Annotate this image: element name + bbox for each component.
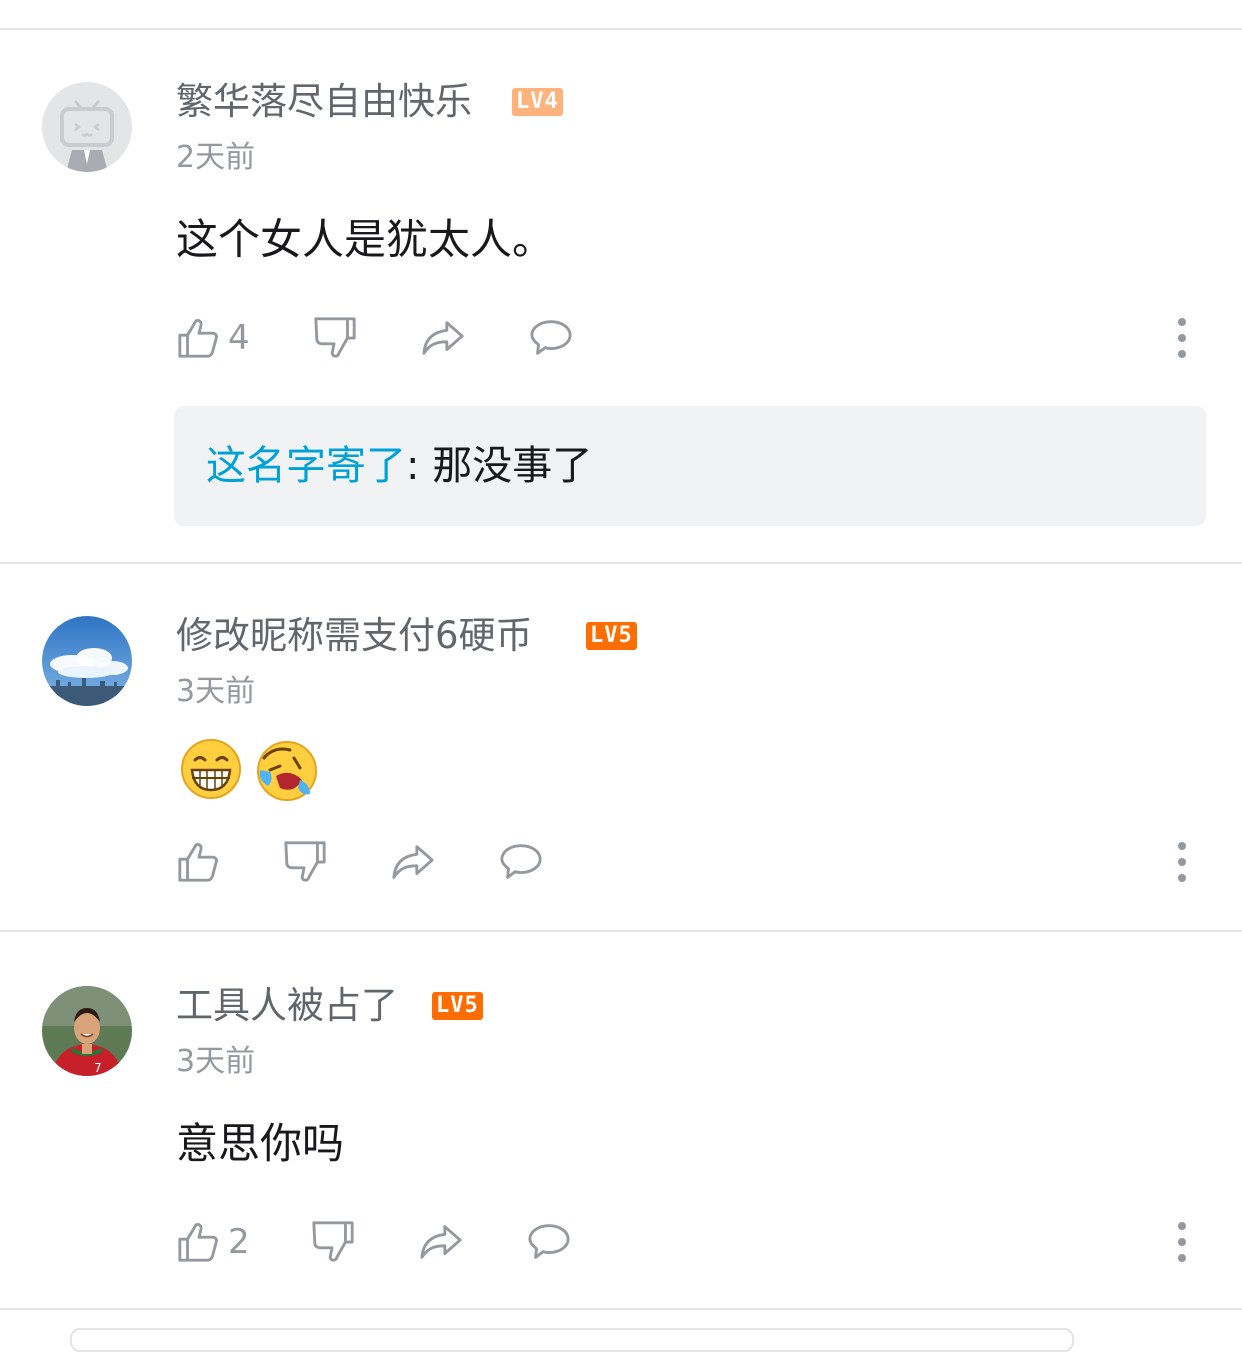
reply-button[interactable] xyxy=(526,1218,572,1266)
share-icon xyxy=(392,845,434,879)
reply-username[interactable]: 这名字寄了 xyxy=(206,443,406,489)
more-vertical-icon xyxy=(1178,318,1186,358)
username[interactable]: 修改昵称需支付6硬币 xyxy=(176,614,533,658)
timestamp: 3天前 xyxy=(176,1044,256,1079)
dislike-button[interactable] xyxy=(282,838,328,886)
comment-input-bar[interactable] xyxy=(70,1328,1074,1352)
more-vertical-icon xyxy=(1178,1222,1186,1262)
svg-text:7: 7 xyxy=(94,1061,102,1075)
thumb-up-icon xyxy=(178,319,218,358)
reply-button[interactable] xyxy=(498,838,544,886)
avatar[interactable]: 7 xyxy=(42,986,132,1076)
share-icon xyxy=(422,321,464,355)
username[interactable]: 繁华落尽自由快乐 xyxy=(176,80,472,124)
avatar[interactable] xyxy=(42,616,132,706)
thumb-up-icon xyxy=(178,1223,218,1262)
thumb-up-icon xyxy=(178,843,218,882)
level-badge: LV4 xyxy=(512,88,563,116)
like-count: 2 xyxy=(228,1222,250,1262)
reply-preview[interactable]: 这名字寄了: 那没事了 xyxy=(174,406,1206,526)
share-button[interactable] xyxy=(420,314,466,362)
reply-separator: : xyxy=(406,443,420,489)
comment-actions: 4 xyxy=(176,314,1206,362)
divider xyxy=(0,1308,1242,1310)
divider xyxy=(0,930,1242,932)
thumb-down-icon xyxy=(312,1221,354,1262)
comment-text: 意思你吗 xyxy=(176,1119,345,1168)
level-badge: LV5 xyxy=(432,992,483,1020)
comment-actions: 2 xyxy=(176,1218,1206,1266)
comment-text: 这个女人是犹太人。 xyxy=(176,215,555,264)
divider xyxy=(0,28,1242,30)
comment-bubble-icon xyxy=(500,844,542,879)
reply-line: 这名字寄了: 那没事了 xyxy=(206,440,592,492)
username[interactable]: 工具人被占了 xyxy=(176,984,398,1028)
comment-bubble-icon xyxy=(530,320,572,355)
share-button[interactable] xyxy=(418,1218,464,1266)
avatar[interactable] xyxy=(42,82,132,172)
level-badge: LV5 xyxy=(586,622,637,650)
like-count: 4 xyxy=(228,318,250,358)
share-icon xyxy=(420,1225,462,1259)
more-vertical-icon xyxy=(1178,842,1186,882)
thumb-down-icon xyxy=(284,841,326,882)
more-options-button[interactable] xyxy=(1170,1218,1194,1266)
comment-bubble-icon xyxy=(528,1224,570,1259)
dislike-button[interactable] xyxy=(312,314,358,362)
like-button[interactable] xyxy=(176,838,228,886)
grin-emoji xyxy=(180,738,242,800)
reply-button[interactable] xyxy=(528,314,574,362)
reply-text: 那没事了 xyxy=(432,443,593,489)
timestamp: 3天前 xyxy=(176,674,256,709)
laugh-cry-emoji xyxy=(256,740,318,802)
comment-actions xyxy=(176,838,1206,886)
thumb-down-icon xyxy=(314,317,356,358)
dislike-button[interactable] xyxy=(310,1218,356,1266)
like-button[interactable]: 4 xyxy=(176,314,250,362)
timestamp: 2天前 xyxy=(176,140,256,175)
more-options-button[interactable] xyxy=(1170,314,1194,362)
share-button[interactable] xyxy=(390,838,436,886)
like-button[interactable]: 2 xyxy=(176,1218,250,1266)
divider xyxy=(0,562,1242,564)
more-options-button[interactable] xyxy=(1170,838,1194,886)
